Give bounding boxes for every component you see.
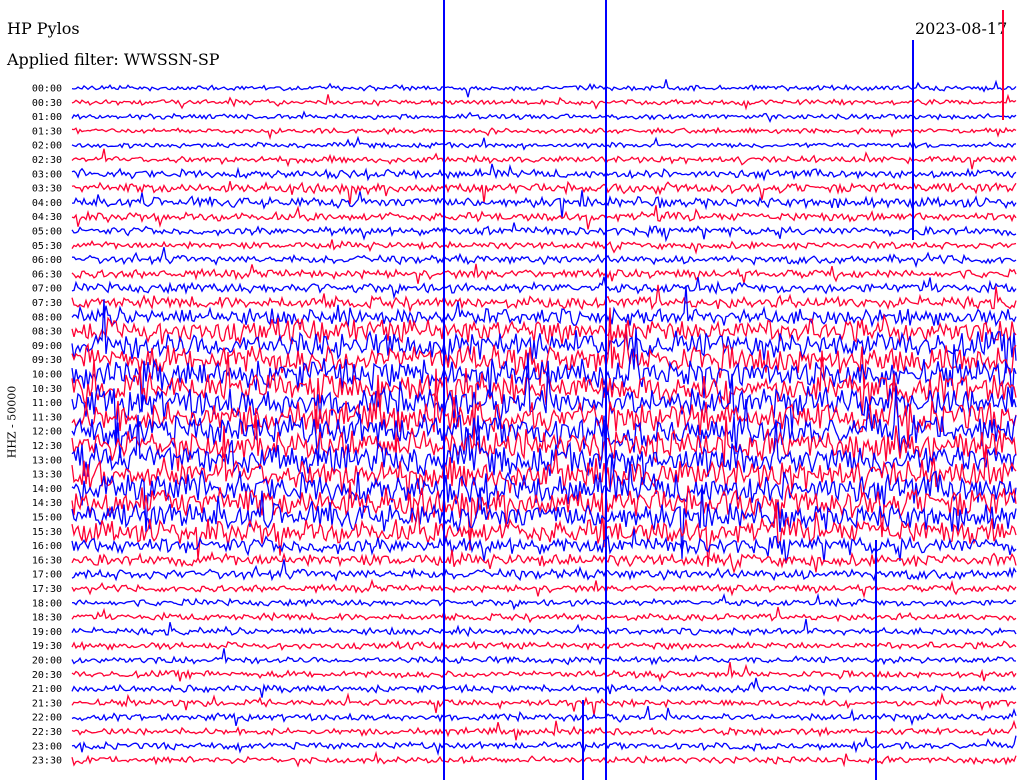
row-time-label: 07:00	[32, 284, 62, 295]
row-time-label: 12:30	[32, 441, 62, 452]
row-time-label: 06:30	[32, 269, 62, 280]
row-time-label: 14:30	[32, 498, 62, 509]
row-time-label: 04:00	[32, 198, 62, 209]
trace-line	[71, 606, 1017, 624]
trace-line	[71, 93, 1017, 111]
trace-line	[71, 285, 1017, 328]
row-time-label: 06:00	[32, 255, 62, 266]
row-time-label: 01:00	[32, 112, 62, 123]
row-time-label: 03:30	[32, 184, 62, 195]
trace-line	[71, 705, 1017, 727]
row-time-label: 09:00	[32, 341, 62, 352]
row-time-label: 07:30	[32, 298, 62, 309]
trace-line	[71, 110, 1017, 124]
row-time-label: 13:30	[32, 470, 62, 481]
row-time-label: 19:00	[32, 627, 62, 638]
trace-line	[71, 618, 1017, 638]
row-time-label: 12:00	[32, 427, 62, 438]
row-time-label: 14:00	[32, 484, 62, 495]
trace-line	[71, 452, 1017, 533]
row-time-label: 16:30	[32, 555, 62, 566]
trace-line	[71, 639, 1017, 651]
row-time-label: 08:30	[32, 327, 62, 338]
trace-line	[71, 592, 1017, 611]
row-time-label: 21:30	[32, 698, 62, 709]
row-time-label: 05:00	[32, 227, 62, 238]
row-time-label: 20:30	[32, 670, 62, 681]
row-time-label: 18:00	[32, 598, 62, 609]
row-time-label: 17:00	[32, 570, 62, 581]
row-time-label: 23:30	[32, 756, 62, 767]
trace-line	[71, 648, 1017, 666]
trace-line	[71, 735, 1017, 757]
trace-line	[71, 661, 1017, 683]
row-time-label: 22:00	[32, 713, 62, 724]
trace-line	[71, 205, 1017, 230]
trace-line	[71, 692, 1017, 716]
row-time-label: 17:30	[32, 584, 62, 595]
row-time-label: 13:00	[32, 455, 62, 466]
row-time-label: 02:00	[32, 141, 62, 152]
trace-line	[71, 126, 1017, 141]
trace-line	[71, 263, 1017, 284]
trace-line	[72, 247, 1017, 269]
row-time-label: 22:30	[32, 727, 62, 738]
row-time-label: 15:30	[32, 527, 62, 538]
row-time-label: 05:30	[32, 241, 62, 252]
trace-line	[71, 79, 1017, 98]
row-time-label: 19:30	[32, 641, 62, 652]
row-time-label: 21:00	[32, 684, 62, 695]
trace-line	[71, 750, 1017, 768]
row-time-label: 08:00	[32, 312, 62, 323]
row-time-label: 02:30	[32, 155, 62, 166]
trace-line	[71, 222, 1017, 243]
trace-line	[71, 350, 1017, 446]
row-time-label: 23:00	[32, 741, 62, 752]
trace-line	[71, 719, 1017, 741]
row-time-label: 00:30	[32, 98, 62, 109]
trace-line	[71, 578, 1017, 599]
row-time-label: 15:00	[32, 513, 62, 524]
row-time-label: 16:00	[32, 541, 62, 552]
row-time-label: 11:30	[32, 412, 62, 423]
row-time-label: 18:30	[32, 613, 62, 624]
row-time-label: 00:00	[32, 84, 62, 95]
trace-line	[71, 677, 1017, 698]
trace-line	[71, 276, 1017, 300]
row-time-label: 04:30	[32, 212, 62, 223]
row-time-label: 03:00	[32, 169, 62, 180]
row-time-label: 11:00	[32, 398, 62, 409]
trace-line	[71, 239, 1017, 255]
helicorder-plot: 00:00 00:30 01:00 01:30 02:00 02:30 03:00 03:30…	[32, 0, 1017, 780]
row-time-label: 10:00	[32, 370, 62, 381]
row-time-label: 20:00	[32, 656, 62, 667]
row-time-label: 10:30	[32, 384, 62, 395]
row-time-label: 01:30	[32, 126, 62, 137]
trace-line	[71, 148, 1017, 170]
trace-line	[71, 163, 1017, 182]
row-time-label: 09:30	[32, 355, 62, 366]
trace-line	[71, 135, 1017, 151]
